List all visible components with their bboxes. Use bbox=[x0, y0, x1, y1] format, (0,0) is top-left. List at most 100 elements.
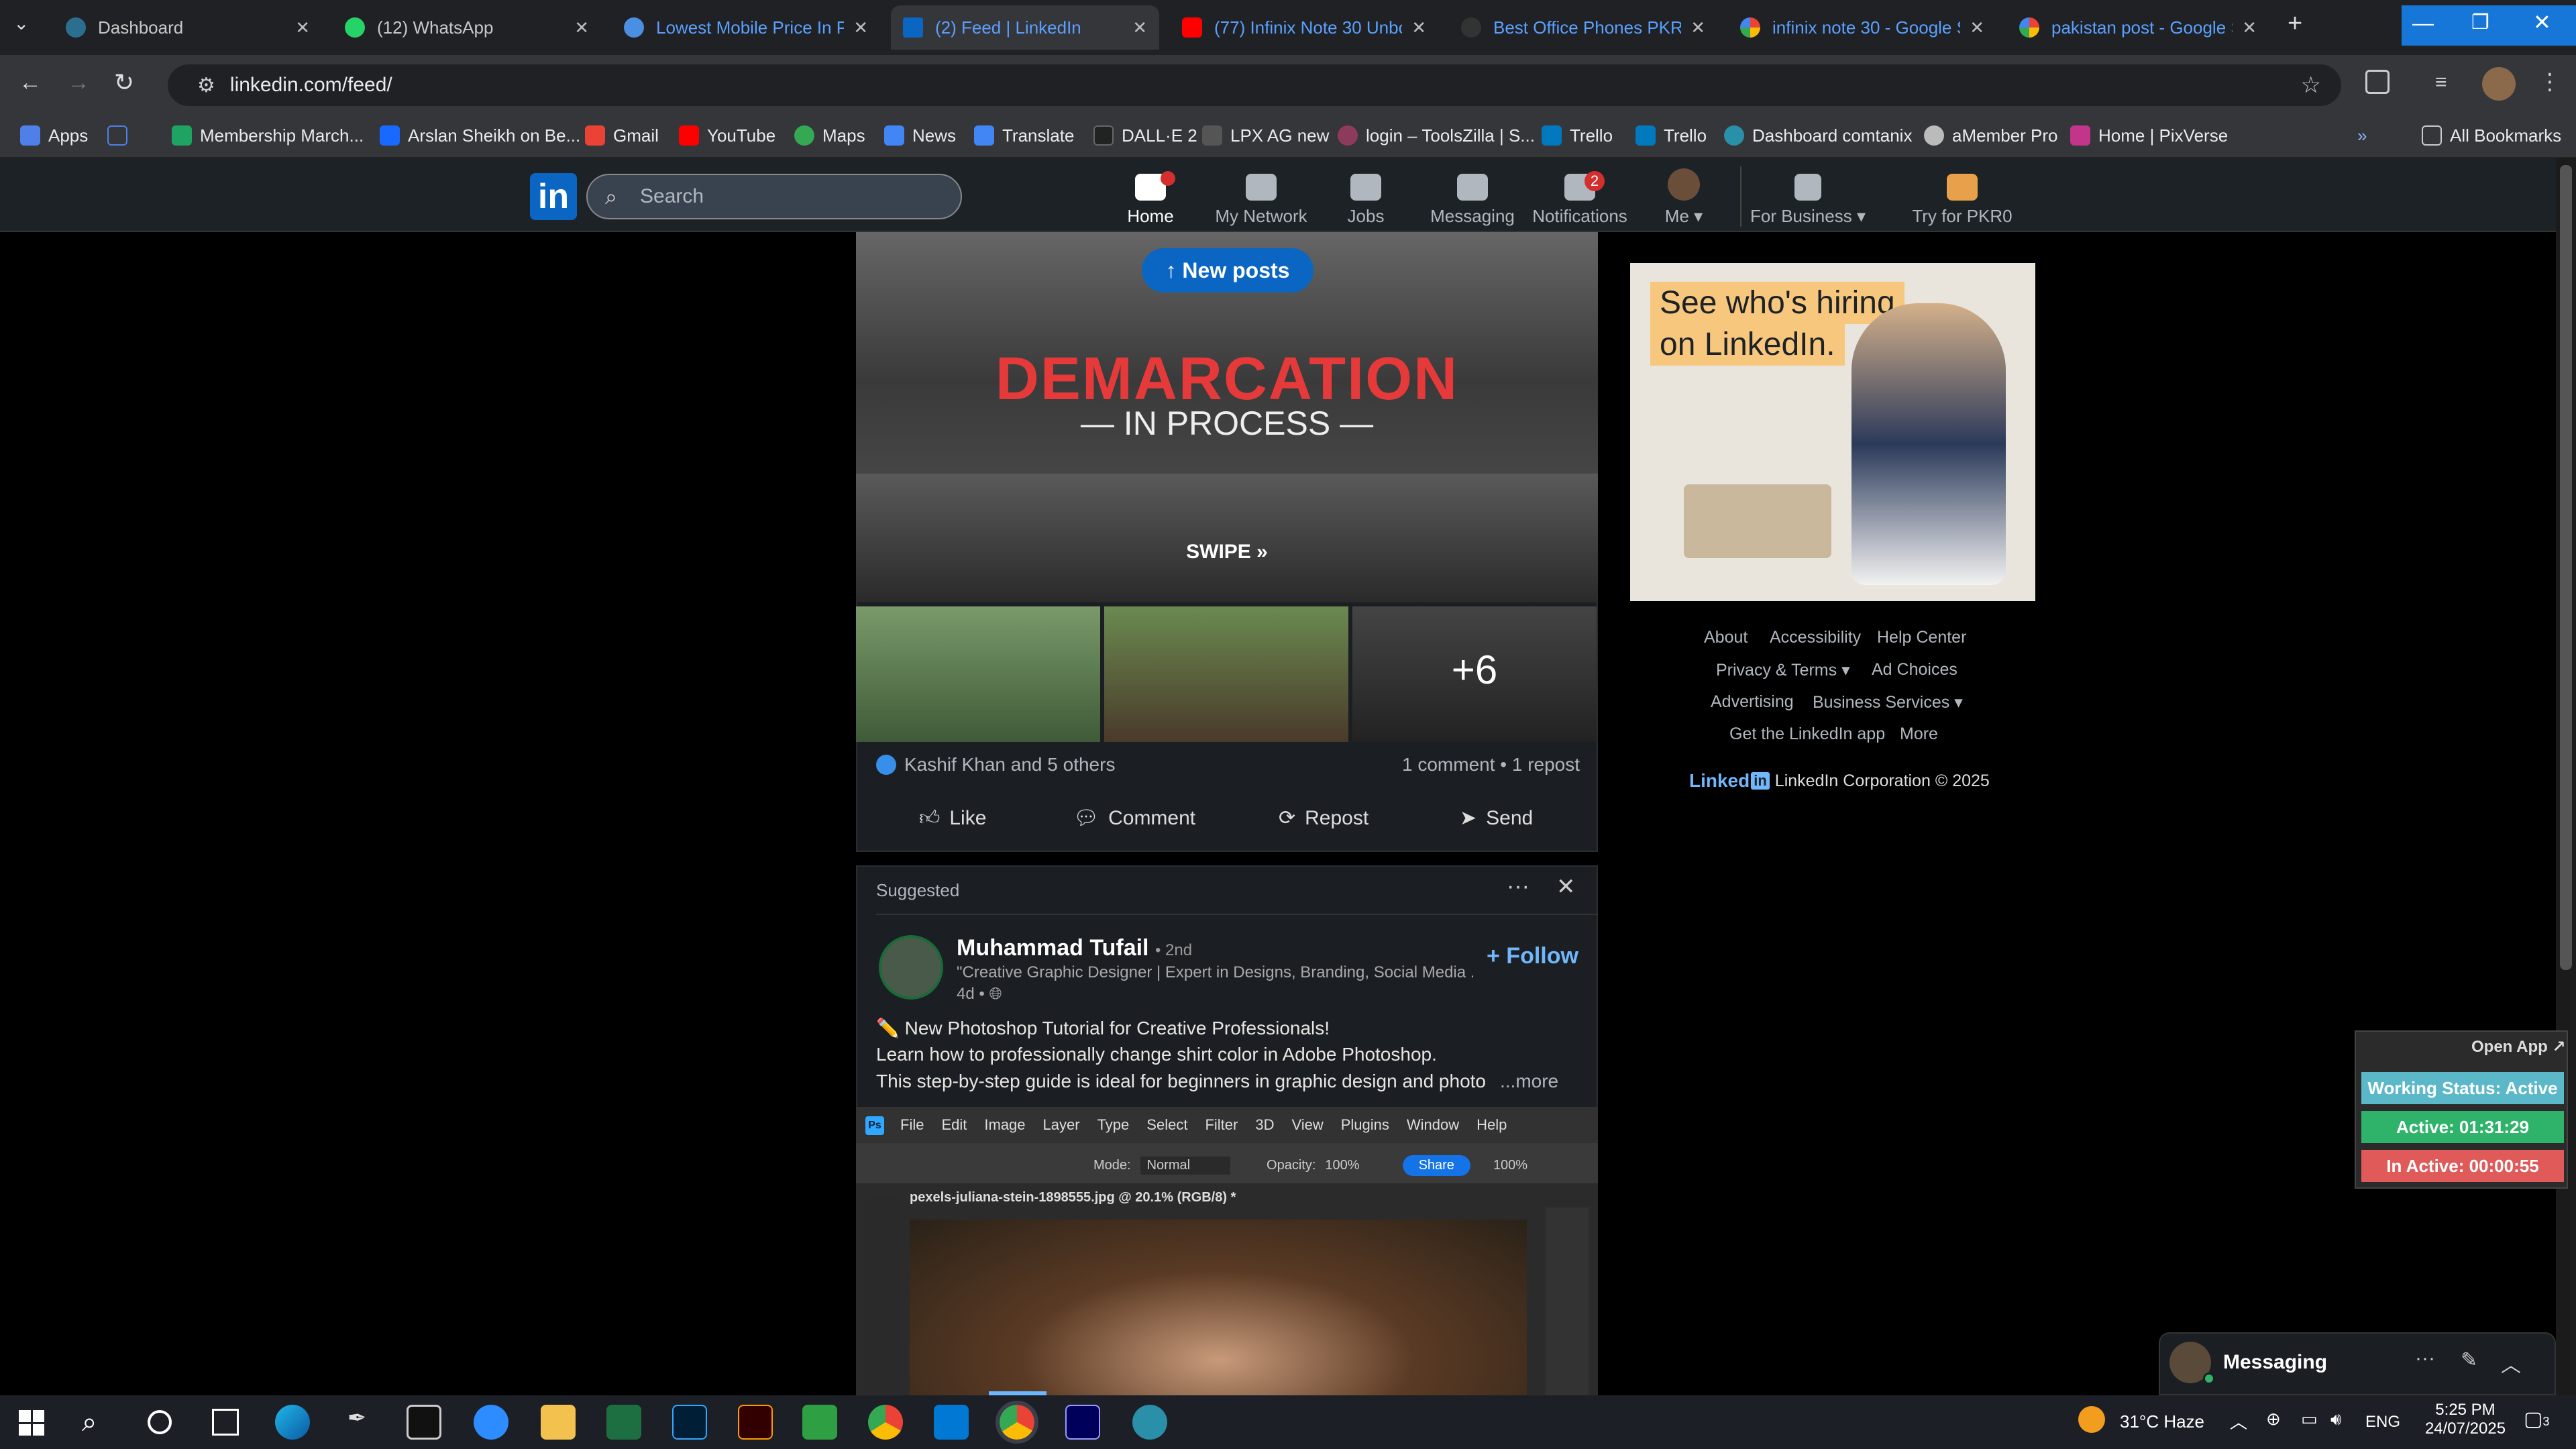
tab-linkedin[interactable]: (2) Feed | LinkedIn ✕ bbox=[891, 5, 1159, 50]
chevron-up-icon[interactable]: ︿ bbox=[2501, 1348, 2521, 1378]
post-thumbnail[interactable]: +6 bbox=[1352, 606, 1597, 742]
repost-button[interactable]: ⟳ Repost bbox=[1279, 806, 1368, 830]
all-bookmarks[interactable]: All Bookmarks bbox=[2422, 118, 2561, 153]
edge-icon[interactable] bbox=[275, 1405, 310, 1440]
nav-my-network[interactable]: My Network bbox=[1208, 166, 1315, 227]
post-thumbnail[interactable] bbox=[1104, 606, 1348, 742]
footer-business-services[interactable]: Business Services ▾ bbox=[1813, 692, 1963, 712]
footer-help-center[interactable]: Help Center bbox=[1877, 628, 1966, 647]
footer-advertising[interactable]: Advertising bbox=[1711, 692, 1794, 712]
open-app-button[interactable]: Open App ↗ bbox=[2471, 1037, 2566, 1057]
bookmark-amember[interactable]: aMember Pro bbox=[1924, 118, 2058, 153]
excel-icon[interactable] bbox=[606, 1405, 641, 1440]
bookmarks-overflow-icon[interactable]: » bbox=[2357, 118, 2367, 153]
bookmark-maps[interactable]: Maps bbox=[794, 118, 865, 153]
follow-button[interactable]: + Follow bbox=[1487, 943, 1578, 969]
bookmark-dalle[interactable]: DALL·E 2 bbox=[1093, 118, 1197, 153]
wifi-icon[interactable]: ▭ bbox=[2301, 1409, 2318, 1430]
bookmark-behance[interactable]: Arslan Sheikh on Be... bbox=[380, 118, 580, 153]
see-more-link[interactable]: ...more bbox=[1500, 1071, 1558, 1092]
tray-chevron-icon[interactable]: ︿ bbox=[2230, 1409, 2247, 1434]
nav-jobs[interactable]: Jobs bbox=[1332, 166, 1399, 227]
post-stats[interactable]: 1 comment • 1 repost bbox=[1402, 754, 1580, 775]
photoshop-taskbar-icon[interactable] bbox=[672, 1405, 707, 1440]
search-input[interactable]: ⌕ Search bbox=[586, 174, 962, 219]
premiere-icon[interactable] bbox=[1065, 1405, 1100, 1440]
task-view-icon[interactable] bbox=[212, 1409, 239, 1436]
address-bar[interactable]: ⚙ linkedin.com/feed/ ☆ bbox=[168, 64, 2341, 106]
close-icon[interactable]: ✕ bbox=[1411, 17, 1426, 38]
file-explorer-icon[interactable] bbox=[541, 1405, 576, 1440]
illustrator-icon[interactable] bbox=[738, 1405, 773, 1440]
tab-dashboard[interactable]: Dashboard ✕ bbox=[54, 5, 322, 50]
cortana-icon[interactable] bbox=[148, 1410, 172, 1434]
like-button[interactable]: 👍︎ Like bbox=[919, 806, 986, 830]
nav-home[interactable]: Home bbox=[1114, 166, 1187, 227]
minimize-icon[interactable]: — bbox=[2412, 11, 2434, 36]
pen-icon[interactable]: ✒ bbox=[339, 1405, 374, 1440]
linkedin-logo[interactable]: in bbox=[530, 173, 577, 220]
bookmark-youtube[interactable]: YouTube bbox=[679, 118, 775, 153]
footer-get-app[interactable]: Get the LinkedIn app bbox=[1729, 724, 1885, 744]
bookmark-pixverse[interactable]: Home | PixVerse bbox=[2070, 118, 2228, 153]
vscode-icon[interactable] bbox=[934, 1405, 969, 1440]
close-icon[interactable]: ✕ bbox=[295, 17, 310, 38]
close-icon[interactable]: ✕ bbox=[853, 17, 868, 38]
close-icon[interactable]: ✕ bbox=[574, 17, 589, 38]
network-icon[interactable]: ⊕ bbox=[2266, 1409, 2281, 1430]
bookmark-gmail[interactable]: Gmail bbox=[585, 118, 659, 153]
weather-text[interactable]: 31°C Haze bbox=[2120, 1411, 2204, 1432]
tab-mobile-price[interactable]: Lowest Mobile Price In Pa ✕ bbox=[612, 5, 880, 50]
search-icon[interactable]: ⌕ bbox=[82, 1407, 97, 1438]
restore-icon[interactable]: ❐ bbox=[2471, 11, 2489, 34]
nav-try-premium[interactable]: Try for PKR0 bbox=[1905, 166, 2019, 227]
author-name[interactable]: Muhammad Tufail • 2nd bbox=[957, 935, 1192, 961]
terminal-icon[interactable] bbox=[407, 1405, 441, 1440]
chrome-icon[interactable] bbox=[868, 1405, 903, 1440]
new-tab-button[interactable]: + bbox=[2288, 9, 2302, 38]
bookmark-comtanix[interactable]: Dashboard comtanix bbox=[1724, 118, 1912, 153]
reload-icon[interactable]: ↻ bbox=[114, 68, 134, 97]
messaging-panel[interactable] bbox=[2159, 1332, 2556, 1395]
tab-office-phones[interactable]: Best Office Phones PKR 3 ✕ bbox=[1449, 5, 1717, 50]
reactions-summary[interactable]: Kashif Khan and 5 others bbox=[876, 754, 1115, 775]
forward-icon[interactable]: → bbox=[67, 70, 90, 96]
bookmark-lpx[interactable]: LPX AG new bbox=[1202, 118, 1329, 153]
nav-notifications[interactable]: 2 Notifications bbox=[1529, 166, 1630, 227]
bookmark-star-icon[interactable]: ☆ bbox=[2301, 72, 2321, 99]
close-window-icon[interactable]: ✕ bbox=[2533, 9, 2551, 35]
windows-start-icon[interactable] bbox=[19, 1410, 44, 1436]
send-button[interactable]: ➤ Send bbox=[1460, 806, 1533, 830]
bookmark-trello-2[interactable]: Trello bbox=[1635, 118, 1707, 153]
more-options-icon[interactable]: ··· bbox=[1507, 873, 1529, 900]
close-icon[interactable]: ✕ bbox=[1690, 17, 1705, 38]
volume-icon[interactable]: 🔊︎ bbox=[2330, 1409, 2341, 1430]
footer-accessibility[interactable]: Accessibility bbox=[1770, 628, 1861, 647]
footer-ad-choices[interactable]: Ad Choices bbox=[1872, 660, 1957, 680]
tab-google-infinix[interactable]: infinix note 30 - Google S ✕ bbox=[1728, 5, 1996, 50]
app-green-icon[interactable] bbox=[802, 1405, 837, 1440]
footer-privacy-terms[interactable]: Privacy & Terms ▾ bbox=[1716, 660, 1850, 680]
scrollbar[interactable] bbox=[2556, 158, 2576, 1395]
back-icon[interactable]: ← bbox=[19, 70, 42, 96]
bookmark-membership[interactable]: Membership March... bbox=[172, 118, 364, 153]
hiring-ad[interactable]: See who's hiring on LinkedIn. bbox=[1630, 263, 2035, 601]
bookmark-translate[interactable]: Translate bbox=[974, 118, 1074, 153]
comment-button[interactable]: 💬︎ Comment bbox=[1073, 806, 1195, 830]
weather-icon[interactable] bbox=[2078, 1406, 2105, 1433]
chrome-active-icon[interactable] bbox=[996, 1401, 1038, 1444]
comtanix-taskbar-icon[interactable] bbox=[1132, 1405, 1167, 1440]
close-icon[interactable]: ✕ bbox=[2242, 17, 2257, 38]
extensions-icon[interactable] bbox=[2365, 70, 2390, 94]
tab-search-icon[interactable]: ⌄ bbox=[13, 12, 29, 34]
bookmark-grid[interactable] bbox=[107, 118, 136, 153]
media-icon[interactable]: ≡ bbox=[2435, 71, 2447, 94]
messaging-label[interactable]: Messaging bbox=[2223, 1351, 2327, 1374]
compose-icon[interactable]: ✎ bbox=[2461, 1348, 2477, 1372]
profile-avatar[interactable] bbox=[2482, 67, 2516, 101]
nav-for-business[interactable]: For Business ▾ bbox=[1744, 166, 1872, 227]
new-posts-button[interactable]: ↑ New posts bbox=[1142, 248, 1313, 292]
menu-icon[interactable]: ⋮ bbox=[2538, 68, 2561, 95]
close-icon[interactable]: ✕ bbox=[1132, 17, 1147, 38]
tab-youtube[interactable]: (77) Infinix Note 30 Unbo ✕ bbox=[1170, 5, 1438, 50]
